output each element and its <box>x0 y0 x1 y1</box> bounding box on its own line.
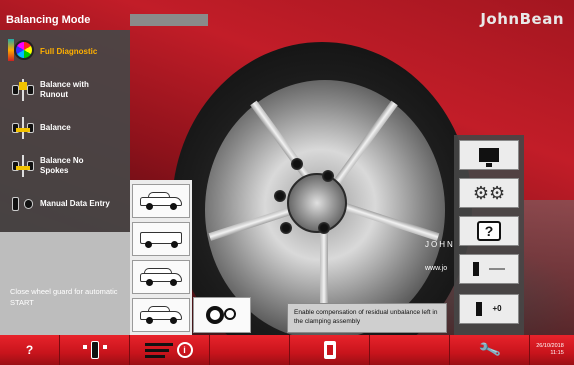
time-text: 11:15 <box>550 350 564 356</box>
vehicle-sedan-button[interactable] <box>132 298 190 332</box>
help-button[interactable]: ? <box>0 335 60 365</box>
rim-clamping-icon <box>206 306 224 324</box>
lug-nut <box>291 158 303 170</box>
empty-slot-1 <box>210 335 290 365</box>
settings-button[interactable]: ⚙⚙ <box>459 178 519 208</box>
balance-icon <box>0 109 40 147</box>
calibration-button[interactable] <box>459 254 519 284</box>
manual-entry-icon <box>0 185 40 223</box>
vehicle-suv-button[interactable] <box>132 260 190 294</box>
empty-slot-2 <box>370 335 450 365</box>
monitor-button[interactable] <box>459 140 519 170</box>
full-diagnostic-icon <box>0 33 40 71</box>
zero-offset-button[interactable]: +0 <box>459 294 519 324</box>
hint-tooltip: Enable compensation of residual unbalanc… <box>287 303 447 333</box>
balance-runout-icon <box>0 71 40 109</box>
background-website-text: www.jo <box>425 265 448 272</box>
car-with-tools-icon <box>138 192 184 210</box>
lug-nut <box>274 190 286 202</box>
lug-nut <box>322 170 334 182</box>
balance-no-spokes-icon <box>0 147 40 185</box>
info-list-button[interactable]: i <box>130 335 210 365</box>
van-icon <box>138 230 184 248</box>
help-manual-icon: ? <box>477 221 501 241</box>
wheel-guard-message: Close wheel guard for automatic START <box>10 287 118 307</box>
menu-item-label: Balance <box>40 123 71 132</box>
help-icon: ? <box>25 343 34 357</box>
message-panel <box>0 232 130 335</box>
wrench-icon: 🔧 <box>477 339 502 362</box>
monitor-icon <box>479 148 499 167</box>
clamp-icon <box>224 308 236 320</box>
rim-clamping-button[interactable] <box>193 297 251 333</box>
menu-item-label: Balance with Runout <box>40 80 89 99</box>
wheel-position-icon <box>81 340 109 360</box>
title-status-field <box>130 14 208 26</box>
rim-hub <box>287 173 347 233</box>
menu-item-full-diagnostic[interactable]: Full Diagnostic <box>0 33 130 71</box>
date-text: 26/10/2018 <box>536 343 564 349</box>
menu-item-balance[interactable]: Balance <box>0 109 130 147</box>
help-manual-button[interactable]: ? <box>459 216 519 246</box>
suv-icon <box>138 268 184 286</box>
menu-item-label: Balance No Spokes <box>40 156 84 175</box>
zero-offset-label: +0 <box>492 304 502 314</box>
page-title: Balancing Mode <box>6 14 91 26</box>
date-time-display: 26/10/2018 11:15 <box>530 335 574 365</box>
lug-nut <box>318 222 330 234</box>
info-list-icon: i <box>144 340 195 360</box>
info-icon: i <box>176 342 193 358</box>
brand-logo: JohnBean <box>480 10 564 28</box>
menu-item-balance-with-runout[interactable]: Balance with Runout <box>0 71 130 109</box>
background-brand-text: JOHN <box>425 240 455 249</box>
menu-item-label: Full Diagnostic <box>40 47 98 56</box>
menu-item-label: Manual Data Entry <box>40 199 110 208</box>
vehicle-van-button[interactable] <box>132 222 190 256</box>
calibration-icon <box>473 262 505 276</box>
vehicle-car-tools-button[interactable] <box>132 184 190 218</box>
menu-item-balance-no-spokes[interactable]: Balance No Spokes <box>0 147 130 185</box>
zero-offset-icon: +0 <box>476 302 502 316</box>
weight-clip-button[interactable] <box>290 335 370 365</box>
settings-gears-icon: ⚙⚙ <box>472 183 506 203</box>
menu-item-manual-data-entry[interactable]: Manual Data Entry <box>0 185 130 223</box>
sedan-icon <box>138 306 184 324</box>
service-button[interactable]: 🔧 <box>450 335 530 365</box>
wheel-position-button[interactable] <box>60 335 130 365</box>
weight-clip-icon <box>323 341 336 359</box>
lug-nut <box>280 222 292 234</box>
